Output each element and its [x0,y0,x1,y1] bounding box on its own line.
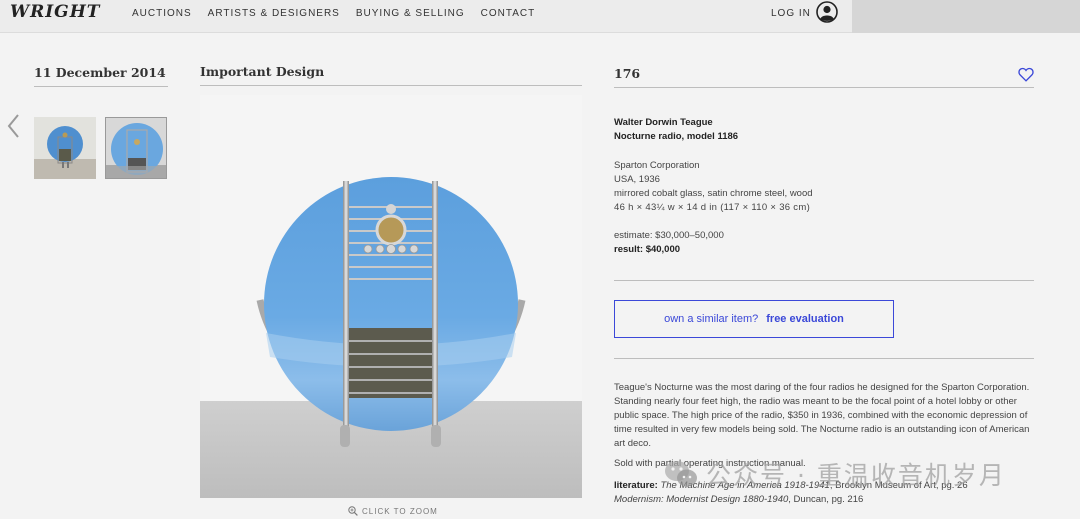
thumbnail-2[interactable] [105,117,167,179]
user-account-icon[interactable] [816,1,838,23]
chevron-left-icon[interactable] [6,113,20,139]
designer-name[interactable]: Walter Dorwin Teague [614,116,713,130]
heart-icon[interactable] [1018,67,1034,82]
item-dimensions: 46 h × 43¼ w × 14 d in (117 × 110 × 36 c… [614,202,811,213]
zoom-icon [348,506,358,516]
auction-category[interactable]: Important Design [200,64,582,86]
evaluation-question: own a similar item? [664,313,759,325]
literature-ref2-rest: , Duncan, pg. 216 [788,494,864,505]
result-label: result: [614,244,644,255]
item-maker: Sparton Corporation [614,160,700,171]
item-description: Teague's Nocturne was the most daring of… [614,382,1030,449]
header-right-panel [852,0,1080,33]
nav-artists-designers[interactable]: ARTISTS & DESIGNERS [208,8,340,19]
lot-number: 176 [614,66,1034,88]
result-value: $40,000 [645,244,681,255]
divider [614,358,1034,359]
item-materials: mirrored cobalt glass, satin chrome stee… [614,188,813,199]
item-result: result: $40,000 [614,243,680,257]
nav-auctions[interactable]: AUCTIONS [132,8,192,19]
item-estimate: estimate: $30,000–50,000 [614,230,724,241]
wechat-watermark: 公众号 · 重温收音机岁月 [664,456,1006,492]
wright-logo[interactable]: WRIGHT [10,2,100,22]
nav-buying-selling[interactable]: BUYING & SELLING [356,8,465,19]
login-link[interactable]: LOG IN [771,8,811,19]
click-to-zoom[interactable]: CLICK TO ZOOM [348,506,438,516]
click-to-zoom-label: CLICK TO ZOOM [362,506,438,516]
item-origin: USA, 1936 [614,174,660,185]
divider [614,280,1034,281]
thumbnail-1[interactable] [34,117,96,179]
main-nav: AUCTIONS ARTISTS & DESIGNERS BUYING & SE… [132,8,551,19]
literature-label: literature: [614,480,658,491]
evaluation-cta: free evaluation [766,313,844,325]
main-product-image[interactable] [200,95,582,498]
watermark-text: 公众号 · 重温收音机岁月 [706,461,1006,490]
literature-ref2-title: Modernism: Modernist Design 1880-1940 [614,494,789,505]
free-evaluation-button[interactable]: own a similar item? free evaluation [614,300,894,338]
top-navigation-bar: WRIGHT AUCTIONS ARTISTS & DESIGNERS BUYI… [0,0,1080,33]
wechat-icon [665,461,697,487]
item-title: Nocturne radio, model 1186 [614,131,739,142]
auction-date[interactable]: 11 December 2014 [34,65,168,87]
nav-contact[interactable]: CONTACT [481,8,536,19]
